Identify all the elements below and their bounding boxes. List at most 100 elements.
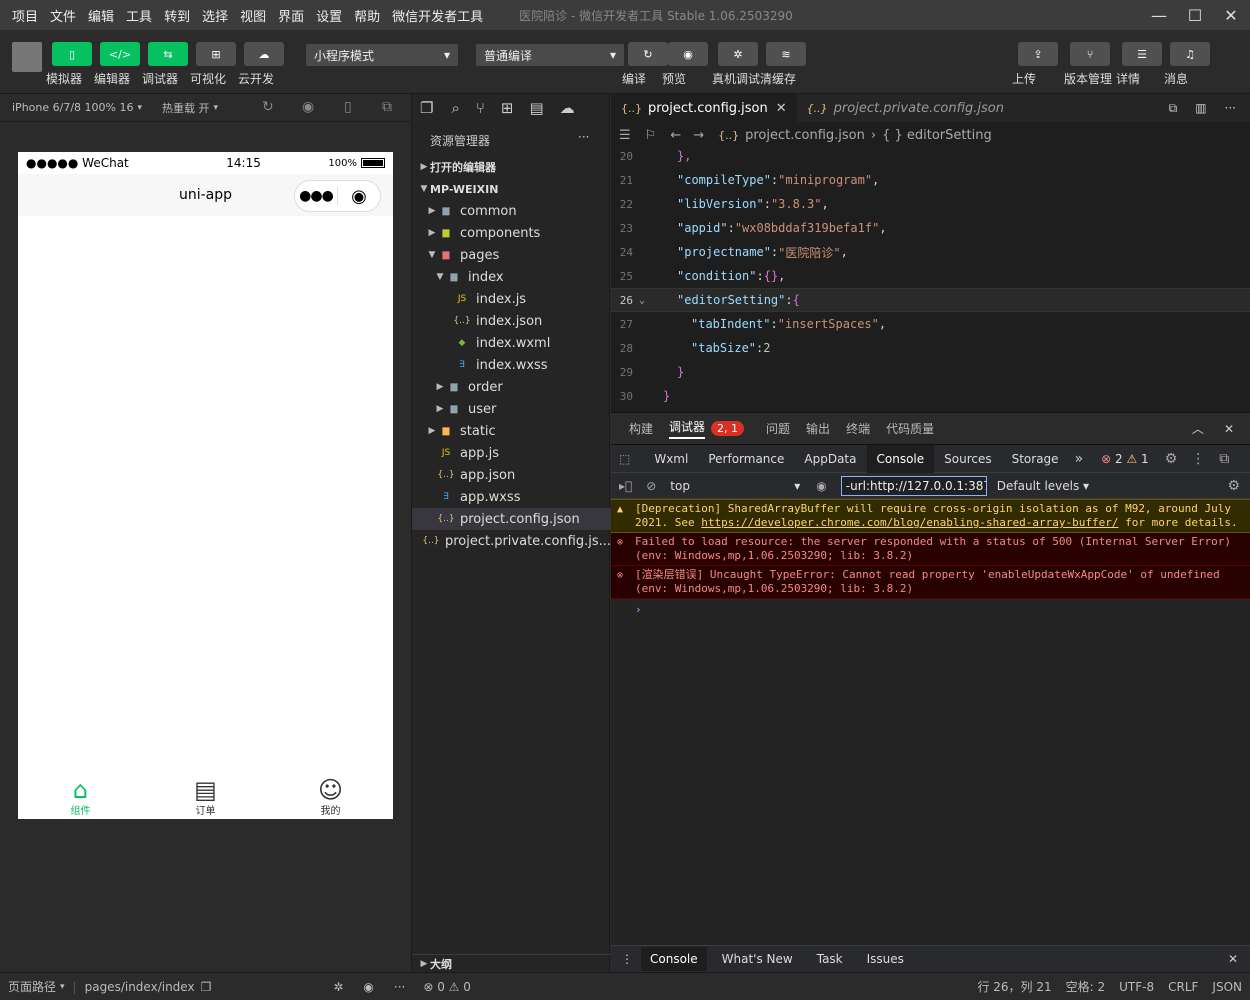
open-editors-section[interactable]: ▶ 打开的编辑器 xyxy=(412,156,611,178)
copy-icon[interactable]: ❐ xyxy=(201,980,212,994)
page-path-label[interactable]: 页面路径 xyxy=(8,978,56,995)
cloud-icon[interactable]: ☁ xyxy=(560,99,575,117)
menu-item[interactable]: 文件 xyxy=(50,6,76,25)
collapse-icon[interactable]: ︿ xyxy=(1192,420,1204,437)
file-item[interactable]: JS app.js xyxy=(412,442,611,464)
settings-icon[interactable]: ⚙ xyxy=(1165,451,1178,467)
真机调试-button[interactable]: ✲ xyxy=(718,42,758,66)
可视化-button[interactable]: ⊞ xyxy=(196,42,236,66)
编译-button[interactable]: ↻ xyxy=(628,42,668,66)
phone-icon[interactable]: ▯ xyxy=(344,99,352,115)
compile-select[interactable]: 普通编译 ▾ xyxy=(476,44,624,66)
panel-tab[interactable]: 终端 xyxy=(846,420,870,437)
inspect-icon[interactable]: ⬚ xyxy=(619,452,630,466)
console-settings-icon[interactable]: ⚙ xyxy=(1227,478,1240,494)
line-ending[interactable]: CRLF xyxy=(1168,980,1198,994)
clear-console-icon[interactable]: ⊘ xyxy=(646,479,656,493)
device-select[interactable]: iPhone 6/7/8 100% 16 xyxy=(12,101,133,114)
devtools-tab[interactable]: Wxml xyxy=(644,445,698,473)
tab-user[interactable]: ☺ 我的 xyxy=(268,769,393,819)
mode-select[interactable]: 小程序模式 ▾ xyxy=(306,44,458,66)
folder-item[interactable]: ▶ ▆ order xyxy=(412,376,611,398)
extensions-icon[interactable]: ⊞ xyxy=(501,99,514,117)
编辑器-button[interactable]: </> xyxy=(100,42,140,66)
file-item[interactable]: JS index.js xyxy=(412,288,611,310)
filter-input[interactable]: -url:http://127.0.0.1:387⊗ xyxy=(840,475,987,496)
drawer-tab[interactable]: Console xyxy=(641,947,707,971)
menu-item[interactable]: 项目 xyxy=(12,6,38,25)
file-item[interactable]: {..} app.json xyxy=(412,464,611,486)
file-item[interactable]: ∃ index.wxss xyxy=(412,354,611,376)
source-control-icon[interactable]: ⑂ xyxy=(476,99,485,117)
popout-icon[interactable]: ⧉ xyxy=(382,99,392,115)
cursor-position[interactable]: 行 26，列 21 xyxy=(977,978,1051,995)
devtools-tab[interactable]: AppData xyxy=(794,445,866,473)
stop-icon[interactable]: ◉ xyxy=(302,99,314,115)
menu-item[interactable]: 帮助 xyxy=(354,6,380,25)
云开发-button[interactable]: ☁ xyxy=(244,42,284,66)
panel-tab[interactable]: 构建 xyxy=(629,420,653,437)
devtools-tab[interactable]: Storage xyxy=(1002,445,1069,473)
more-icon[interactable]: ··· xyxy=(578,130,589,144)
list-icon[interactable]: ☰ xyxy=(619,128,631,143)
language-mode[interactable]: JSON xyxy=(1212,980,1242,994)
indent-setting[interactable]: 空格: 2 xyxy=(1066,978,1106,995)
levels-select[interactable]: Default levels ▾ xyxy=(997,479,1089,493)
close-window-button[interactable]: ✕ xyxy=(1214,0,1248,30)
devtools-tab[interactable]: Console xyxy=(866,444,935,473)
more-tabs-icon[interactable]: » xyxy=(1075,451,1084,467)
menu-item[interactable]: 视图 xyxy=(240,6,266,25)
drawer-tab[interactable]: Task xyxy=(808,947,852,971)
drawer-tab[interactable]: What's New xyxy=(713,947,802,971)
模拟器-button[interactable]: ▯ xyxy=(52,42,92,66)
editor-tab[interactable]: {..} project.config.json ✕ xyxy=(611,94,797,122)
eye-icon[interactable]: ◉ xyxy=(816,479,826,493)
breadcrumb-file[interactable]: project.config.json xyxy=(745,128,865,143)
folder-item[interactable]: ▶ ▆ static xyxy=(412,420,611,442)
maximize-button[interactable]: ☐ xyxy=(1178,0,1212,30)
menu-item[interactable]: 设置 xyxy=(316,6,342,25)
minimize-button[interactable]: — xyxy=(1142,0,1176,30)
上传-button[interactable]: ⇪ xyxy=(1018,42,1058,66)
encoding[interactable]: UTF-8 xyxy=(1119,980,1154,994)
search-icon[interactable]: ⌕ xyxy=(451,99,459,117)
folder-item[interactable]: ▼ ▆ index xyxy=(412,266,611,288)
error-count[interactable]: ⊗ 0 ⚠ 0 xyxy=(423,980,471,994)
more-icon[interactable]: ··· xyxy=(394,980,405,994)
drawer-menu-icon[interactable]: ⋮ xyxy=(621,952,633,966)
avatar[interactable] xyxy=(12,42,42,72)
issue-counts[interactable]: ⊗ 2 ⚠ 1 xyxy=(1101,452,1149,466)
panel-tab[interactable]: 代码质量 xyxy=(886,420,934,437)
panel-tab[interactable]: 调试器 xyxy=(669,418,706,439)
context-select[interactable]: top ▾ xyxy=(670,479,800,493)
bookmark-icon[interactable]: ⚐ xyxy=(645,128,657,143)
capsule-menu[interactable]: ●●● ◉ xyxy=(294,180,381,212)
tab-home[interactable]: ⌂ 组件 xyxy=(18,769,143,819)
folder-item[interactable]: ▼ ▆ pages xyxy=(412,244,611,266)
menu-item[interactable]: 选择 xyxy=(202,6,228,25)
devtools-tab[interactable]: Sources xyxy=(934,445,1001,473)
more-dots-icon[interactable]: ●●● xyxy=(295,188,337,204)
panel-tab[interactable]: 输出 xyxy=(806,420,830,437)
devtools-tab[interactable]: Performance xyxy=(698,445,794,473)
back-icon[interactable]: ← xyxy=(670,128,681,143)
files-icon[interactable]: ❐ xyxy=(420,99,433,117)
root-folder[interactable]: ▼ MP-WEIXIN xyxy=(412,178,611,200)
详情-button[interactable]: ☰ xyxy=(1122,42,1162,66)
调试器-button[interactable]: ⇆ xyxy=(148,42,188,66)
hot-reload-toggle[interactable]: 热重载 开 xyxy=(162,100,210,116)
folder-item[interactable]: ▶ ▆ user xyxy=(412,398,611,420)
menu-item[interactable]: 编辑 xyxy=(88,6,114,25)
folder-item[interactable]: ▶ ▆ components xyxy=(412,222,611,244)
console-prompt[interactable]: › xyxy=(611,599,1250,619)
outline-section[interactable]: ▶ 大纲 xyxy=(412,954,611,972)
editor-tab[interactable]: {..} project.private.config.json xyxy=(797,94,1014,122)
forward-icon[interactable]: → xyxy=(693,128,704,143)
menu-item[interactable]: 工具 xyxy=(126,6,152,25)
清缓存-button[interactable]: ≋ xyxy=(766,42,806,66)
storage-icon[interactable]: ▤ xyxy=(529,99,543,117)
panel-tab[interactable]: 问题 xyxy=(766,420,790,437)
refresh-icon[interactable]: ↻ xyxy=(262,99,274,115)
sidebar-toggle-icon[interactable]: ▸⃞ xyxy=(619,479,632,493)
kebab-icon[interactable]: ⋮ xyxy=(1191,451,1205,467)
